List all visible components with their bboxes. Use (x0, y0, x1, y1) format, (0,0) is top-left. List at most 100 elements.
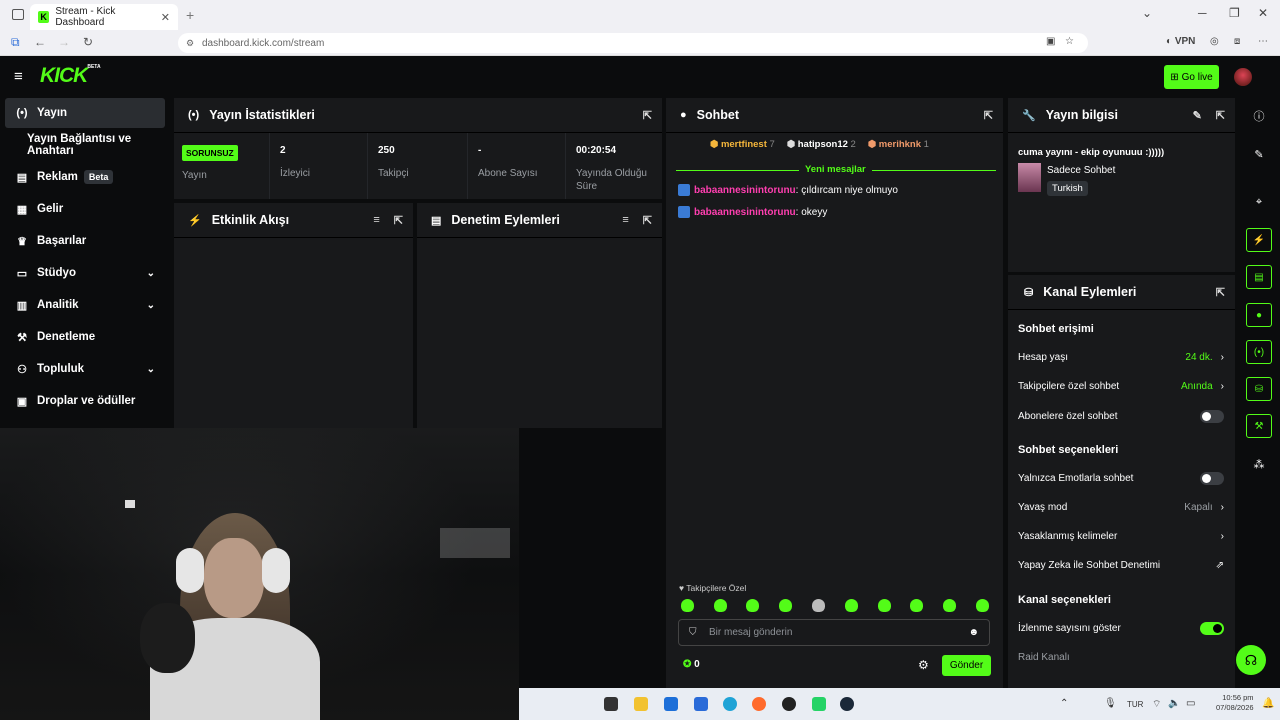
banned-words-row[interactable]: Yasaklanmış kelimeler › (1018, 531, 1224, 542)
subscribers-chat-toggle[interactable] (1200, 410, 1224, 423)
kick-logo[interactable]: KICKBETA (40, 64, 101, 88)
emote-icon[interactable] (878, 599, 891, 612)
sidebar-item-achievements[interactable]: ♛ Başarılar (5, 226, 165, 256)
emote-icon[interactable] (779, 599, 792, 612)
chat-bubble-icon[interactable]: ● (1246, 303, 1272, 327)
channel-points[interactable]: ✪ 0 (683, 659, 700, 670)
filter-icon[interactable]: ≡ (622, 214, 628, 227)
menu-icon[interactable]: ⋯ (1258, 36, 1268, 47)
firefox-icon[interactable] (752, 697, 766, 711)
close-tab-icon[interactable]: ✕ (161, 11, 170, 24)
server-icon[interactable]: ⛁ (1246, 377, 1272, 401)
support-headset-icon[interactable]: ☊ (1236, 645, 1266, 675)
top-gifter[interactable]: ⬢ hatipson12 2 (787, 139, 856, 150)
sidebar-item-stream[interactable]: (•) Yayın (5, 98, 165, 128)
emote-icon[interactable] (681, 599, 694, 612)
volume-icon[interactable]: 🔈 (1168, 698, 1180, 709)
sidebar-toggle-icon[interactable]: ⧉ (11, 35, 20, 50)
microphone-tray-icon[interactable]: 🎙 (1104, 698, 1117, 709)
taskbar-app-icon[interactable] (694, 697, 708, 711)
reload-button[interactable]: ↻ (83, 35, 93, 49)
popout-icon[interactable]: ⇱ (984, 109, 993, 122)
file-explorer-icon[interactable] (634, 697, 648, 711)
sidebar-item-ads[interactable]: ▤ Reklam Beta (5, 162, 165, 192)
extensions-icon[interactable]: ⧈ (1234, 36, 1240, 47)
chat-input[interactable]: ⛉ Bir mesaj gönderin ☻ (678, 619, 990, 646)
popout-icon[interactable]: ⇱ (643, 214, 652, 227)
emote-icon[interactable] (845, 599, 858, 612)
network-icon[interactable]: ⌔ (1152, 698, 1161, 711)
notifications-icon[interactable]: 🔔 (1262, 698, 1274, 709)
account-age-row[interactable]: Hesap yaşı 24 dk. › (1018, 352, 1224, 363)
tab-sidebar-icon[interactable] (12, 9, 24, 20)
popout-icon[interactable]: ⇱ (1216, 286, 1225, 299)
emote-icon[interactable] (943, 599, 956, 612)
battery-icon[interactable]: ▭ (1186, 698, 1195, 709)
activity-lightning-icon[interactable]: ⚡ (1246, 228, 1272, 252)
bookmark-star-icon[interactable]: ☆ (1065, 36, 1074, 47)
top-gifter[interactable]: ⬢ mertfinest 7 (710, 139, 775, 150)
followers-chat-row[interactable]: Takipçilere özel sohbet Anında › (1018, 381, 1224, 392)
focus-icon[interactable]: ⌖ (1246, 190, 1272, 214)
obs-icon[interactable] (782, 697, 796, 711)
edit-pencil-icon[interactable]: ✎ (1246, 142, 1272, 166)
reader-view-icon[interactable]: ▣ (1046, 36, 1055, 47)
popout-icon[interactable]: ⇱ (394, 214, 403, 227)
chat-username[interactable]: babaannesinintorunu (694, 207, 796, 218)
site-info-icon[interactable]: ⚙ (186, 38, 194, 49)
popout-icon[interactable]: ⇱ (643, 109, 652, 122)
emote-icon[interactable] (714, 599, 727, 612)
category-thumbnail[interactable] (1018, 163, 1041, 192)
emote-icon[interactable] (812, 599, 825, 612)
shield-icon[interactable]: ⛉ (689, 627, 697, 638)
sidebar-item-studio[interactable]: ▭ Stüdyo ⌄ (5, 258, 165, 288)
raid-channel-row[interactable]: Raid Kanalı (1018, 652, 1224, 663)
show-viewers-toggle[interactable] (1200, 622, 1224, 635)
ai-moderation-row[interactable]: Yapay Zeka ile Sohbet Denetimi ⇗ (1018, 560, 1224, 571)
popout-icon[interactable]: ⇱ (1216, 109, 1225, 122)
emote-icon[interactable] (910, 599, 923, 612)
sidebar-item-analytics[interactable]: ▥ Analitik ⌄ (5, 290, 165, 320)
forward-button[interactable]: → (58, 35, 70, 49)
stream-category[interactable]: Sadece Sohbet (1047, 165, 1115, 176)
emote-icon[interactable] (746, 599, 759, 612)
store-icon[interactable] (664, 697, 678, 711)
top-gifter[interactable]: ⬢ merihknk 1 (868, 139, 929, 150)
taskbar-app-icon[interactable] (604, 697, 618, 711)
vpn-button[interactable]: ◐ VPN (1166, 36, 1195, 47)
whatsapp-icon[interactable] (812, 697, 826, 711)
back-button[interactable]: ← (34, 35, 46, 49)
tab-list-icon[interactable]: ⌄ (1142, 6, 1152, 20)
new-tab-button[interactable]: + (186, 7, 194, 23)
user-avatar[interactable] (1234, 68, 1252, 86)
edge-browser-icon[interactable] (723, 697, 737, 711)
account-icon[interactable]: ◎ (1210, 36, 1219, 47)
go-live-button[interactable]: ⊞ Go live (1164, 65, 1219, 89)
chat-username[interactable]: babaannesinintorunu (694, 185, 796, 196)
filter-icon[interactable]: ≡ (373, 214, 379, 227)
browser-tab[interactable]: K Stream - Kick Dashboard ✕ (30, 4, 178, 30)
steam-icon[interactable] (840, 697, 854, 711)
sidebar-item-revenue[interactable]: ▦ Gelir (5, 194, 165, 224)
moderation-doc-icon[interactable]: ▤ (1246, 265, 1272, 289)
input-language[interactable]: TUR (1127, 700, 1143, 709)
hamburger-menu-icon[interactable]: ≡ (14, 68, 23, 85)
apps-icon[interactable]: ⁂ (1246, 452, 1272, 476)
broadcast-icon[interactable]: (•) (1246, 340, 1272, 364)
send-button[interactable]: Gönder (942, 655, 991, 676)
emoji-icon[interactable]: ☻ (968, 627, 979, 638)
close-window-button[interactable]: ✕ (1258, 6, 1268, 20)
wrench-icon[interactable]: ⚒ (1246, 414, 1272, 438)
address-bar[interactable]: ⚙ dashboard.kick.com/stream (178, 33, 1088, 53)
emote-only-toggle[interactable] (1200, 472, 1224, 485)
taskbar-clock[interactable]: 10:56 pm 07/08/2026 (1216, 693, 1254, 713)
slow-mode-row[interactable]: Yavaş mod Kapalı › (1018, 502, 1224, 513)
edit-pencil-icon[interactable]: ✎ (1193, 109, 1202, 122)
sidebar-item-moderation[interactable]: ⚒ Denetleme (5, 322, 165, 352)
sidebar-item-stream-key[interactable]: Yayın Bağlantısı ve Anahtarı (17, 130, 177, 160)
info-icon[interactable]: ⓘ (1246, 104, 1272, 128)
sidebar-item-community[interactable]: ⚇ Topluluk ⌄ (5, 354, 165, 384)
tray-chevron-icon[interactable]: ⌃ (1060, 698, 1068, 709)
chat-settings-gear-icon[interactable]: ⚙ (918, 658, 929, 672)
minimize-button[interactable]: ─ (1198, 6, 1207, 20)
